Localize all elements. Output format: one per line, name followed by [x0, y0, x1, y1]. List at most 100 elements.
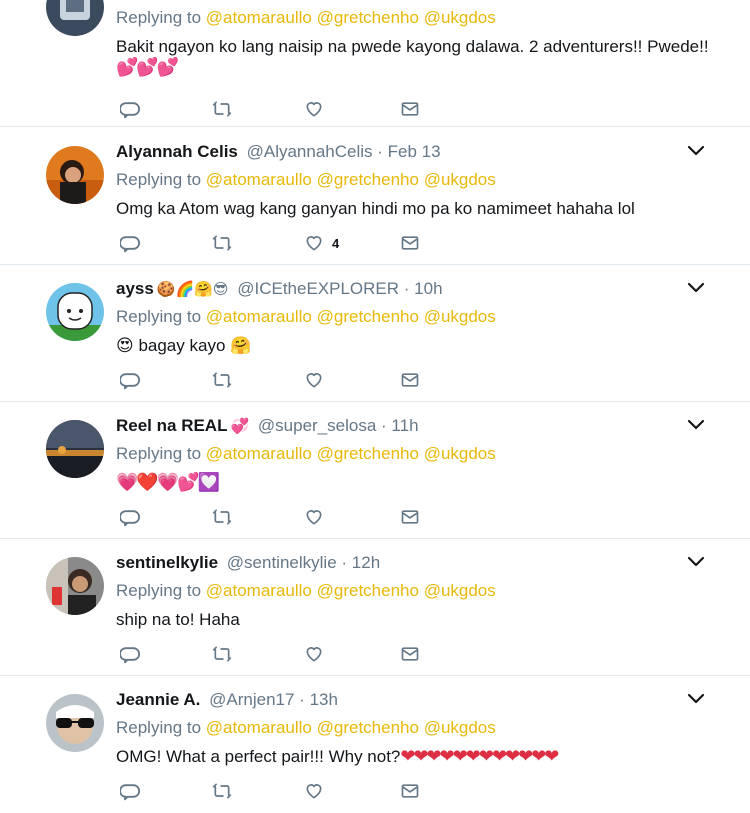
- tweet-header: Alyannah Celis @AlyannahCelis · Feb 13: [116, 142, 441, 162]
- avatar[interactable]: [46, 0, 104, 36]
- timestamp[interactable]: · 13h: [299, 690, 338, 709]
- reply-button[interactable]: [120, 505, 140, 529]
- retweet-icon: [212, 235, 232, 251]
- dm-button[interactable]: [400, 779, 420, 803]
- hearts-emoji: 💕💕💕: [116, 57, 179, 77]
- like-button[interactable]: [304, 642, 332, 666]
- retweet-icon: [212, 372, 232, 388]
- mention-link[interactable]: @gretchenho: [317, 718, 419, 737]
- mention-link[interactable]: @gretchenho: [317, 8, 419, 27]
- avatar[interactable]: [46, 283, 104, 341]
- timestamp[interactable]: · 11h: [381, 416, 419, 435]
- chevron-down-icon[interactable]: [686, 144, 706, 158]
- dm-button[interactable]: [400, 231, 420, 255]
- mention-link[interactable]: @ukgdos: [424, 170, 496, 189]
- dm-icon: [401, 647, 419, 661]
- reply-button[interactable]: [120, 97, 140, 121]
- reply-button[interactable]: [120, 779, 140, 803]
- reply-button[interactable]: [120, 368, 140, 392]
- name-emoji: 💞: [230, 418, 250, 435]
- mention-link[interactable]: @atomaraullo: [206, 8, 312, 27]
- retweet-icon: [212, 101, 232, 117]
- chevron-down-icon[interactable]: [686, 692, 706, 706]
- tweet[interactable]: sentinelkylie @sentinelkylie · 12h Reply…: [0, 539, 750, 676]
- mention-link[interactable]: @gretchenho: [317, 444, 419, 463]
- tweet[interactable]: Alyannah Celis @AlyannahCelis · Feb 13 R…: [0, 128, 750, 265]
- replying-to: Replying to @atomaraullo @gretchenho @uk…: [116, 444, 496, 463]
- like-button[interactable]: [304, 368, 332, 392]
- user-handle[interactable]: @ICEtheEXPLORER: [237, 279, 399, 298]
- retweet-button[interactable]: [212, 368, 232, 392]
- tweet-text: Bakit ngayon ko lang naisip na pwede kay…: [116, 37, 709, 77]
- like-button[interactable]: [304, 97, 332, 121]
- timestamp[interactable]: · Feb 13: [377, 142, 440, 161]
- chevron-down-icon[interactable]: [686, 281, 706, 295]
- like-button[interactable]: [304, 505, 332, 529]
- tweet-header: ayss 🍪🌈🤗😎 @ICEtheEXPLORER · 10h: [116, 279, 443, 300]
- tweet-header: Reel na REAL 💞 @super_selosa · 11h: [116, 416, 419, 437]
- mention-link[interactable]: @ukgdos: [424, 444, 496, 463]
- reply-icon: [120, 647, 140, 664]
- timestamp[interactable]: · 10h: [404, 279, 443, 298]
- avatar[interactable]: [46, 557, 104, 615]
- tweet-actions: 4: [116, 231, 436, 255]
- retweet-icon: [212, 509, 232, 525]
- reply-icon: [120, 784, 140, 801]
- mention-link[interactable]: @atomaraullo: [206, 581, 312, 600]
- display-name[interactable]: Alyannah Celis: [116, 142, 238, 161]
- tweet[interactable]: Reel na REAL 💞 @super_selosa · 11h Replyi…: [0, 402, 750, 539]
- tweet-text: 💗❤️💗💕💟: [116, 472, 220, 492]
- like-icon: [306, 236, 322, 251]
- mention-link[interactable]: @ukgdos: [424, 8, 496, 27]
- chevron-down-icon[interactable]: [686, 418, 706, 432]
- retweet-button[interactable]: [212, 779, 232, 803]
- display-name[interactable]: Jeannie A.: [116, 690, 200, 709]
- timestamp[interactable]: · 12h: [341, 553, 380, 572]
- display-name[interactable]: ayss: [116, 279, 154, 298]
- mention-link[interactable]: @atomaraullo: [206, 444, 312, 463]
- reply-button[interactable]: [120, 231, 140, 255]
- replying-to: Replying to @atomaraullo @gretchenho @uk…: [116, 8, 496, 27]
- user-handle[interactable]: @sentinelkylie: [227, 553, 337, 572]
- dm-icon: [401, 236, 419, 250]
- avatar[interactable]: [46, 694, 104, 752]
- retweet-button[interactable]: [212, 505, 232, 529]
- display-name[interactable]: sentinelkylie: [116, 553, 218, 572]
- retweet-button[interactable]: [212, 642, 232, 666]
- tweet[interactable]: ayss 🍪🌈🤗😎 @ICEtheEXPLORER · 10h Replying …: [0, 265, 750, 402]
- avatar[interactable]: [46, 420, 104, 478]
- tweet[interactable]: Jeannie A. @Arnjen17 · 13h Replying to @…: [0, 676, 750, 813]
- retweet-button[interactable]: [212, 231, 232, 255]
- reply-icon: [120, 102, 140, 119]
- like-icon: [306, 784, 322, 799]
- mention-link[interactable]: @atomaraullo: [206, 307, 312, 326]
- mention-link[interactable]: @ukgdos: [424, 307, 496, 326]
- user-handle[interactable]: @Arnjen17: [209, 690, 294, 709]
- mention-link[interactable]: @atomaraullo: [206, 170, 312, 189]
- dm-button[interactable]: [400, 505, 420, 529]
- dm-button[interactable]: [400, 97, 420, 121]
- display-name[interactable]: Reel na REAL: [116, 416, 227, 435]
- tweet[interactable]: Replying to @atomaraullo @gretchenho @uk…: [0, 0, 750, 127]
- tweet-actions: [116, 642, 436, 666]
- user-handle[interactable]: @AlyannahCelis: [247, 142, 373, 161]
- like-button[interactable]: 4: [304, 231, 339, 255]
- retweet-button[interactable]: [212, 97, 232, 121]
- reply-icon: [120, 373, 140, 390]
- mention-link[interactable]: @ukgdos: [424, 581, 496, 600]
- mention-link[interactable]: @gretchenho: [317, 170, 419, 189]
- mention-link[interactable]: @gretchenho: [317, 307, 419, 326]
- like-button[interactable]: [304, 779, 332, 803]
- chevron-down-icon[interactable]: [686, 555, 706, 569]
- reply-button[interactable]: [120, 642, 140, 666]
- dm-button[interactable]: [400, 368, 420, 392]
- mention-link[interactable]: @ukgdos: [424, 718, 496, 737]
- avatar[interactable]: [46, 146, 104, 204]
- user-handle[interactable]: @super_selosa: [258, 416, 376, 435]
- mention-link[interactable]: @atomaraullo: [206, 718, 312, 737]
- like-icon: [306, 510, 322, 525]
- tweet-text: 😍 bagay kayo 🤗: [116, 336, 252, 355]
- mention-link[interactable]: @gretchenho: [317, 581, 419, 600]
- dm-button[interactable]: [400, 642, 420, 666]
- tweet-text: Omg ka Atom wag kang ganyan hindi mo pa …: [116, 199, 635, 218]
